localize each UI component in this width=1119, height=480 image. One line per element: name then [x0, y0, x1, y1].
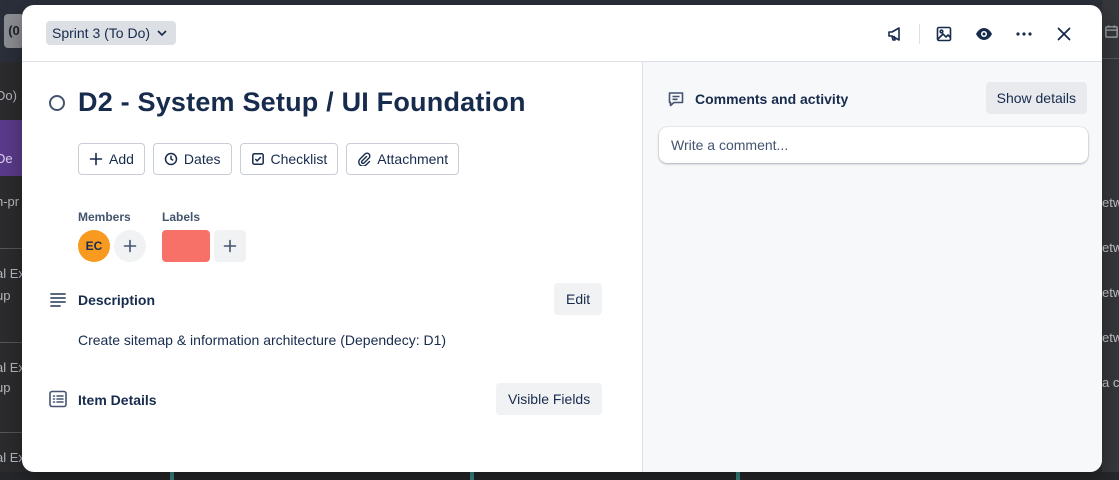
close-icon: [1057, 27, 1071, 41]
right-fragment: etw: [1102, 240, 1119, 255]
dates-button-label: Dates: [183, 151, 221, 167]
right-fragment: etw: [1102, 330, 1119, 345]
modal-header: Sprint 3 (To Do): [22, 5, 1102, 62]
left-divider: [0, 248, 22, 249]
labels-label: Labels: [162, 210, 201, 224]
description-heading: Description: [78, 292, 156, 308]
board-filter-chip[interactable]: (0: [4, 14, 24, 48]
card-actions: Add Dates Checklist Attachment: [78, 143, 460, 175]
list-details-icon: [49, 390, 67, 408]
plus-icon: [89, 152, 103, 166]
attachment-button[interactable]: Attachment: [346, 143, 460, 175]
left-fragment: Do): [0, 88, 17, 103]
card-title[interactable]: D2 - System Setup / UI Foundation: [78, 87, 526, 118]
left-fragment: n-pr: [0, 194, 20, 209]
avatar[interactable]: EC: [78, 230, 110, 262]
comment-icon: [668, 92, 684, 107]
left-divider: [0, 342, 22, 343]
card-main-pane: D2 - System Setup / UI Foundation Add Da…: [22, 62, 642, 472]
complete-toggle[interactable]: [49, 95, 65, 111]
chevron-down-icon: [157, 30, 167, 37]
paperclip-icon: [358, 152, 371, 166]
footer-accent: [170, 472, 174, 480]
checklist-button-label: Checklist: [270, 151, 328, 167]
description-icon: [50, 293, 66, 307]
plus-icon: [123, 239, 137, 253]
show-details-button[interactable]: Show details: [985, 82, 1087, 114]
image-icon: [936, 26, 952, 42]
dates-button[interactable]: Dates: [152, 143, 232, 175]
watch-button[interactable]: [964, 18, 1004, 50]
clock-icon: [164, 152, 178, 166]
left-fragment: De: [0, 151, 13, 166]
left-fragment: al Ex: [0, 360, 22, 375]
board-left-column: Do) De n-pr al Ex up al Ex up al Ex n: [0, 80, 22, 480]
left-divider: [0, 432, 22, 433]
checklist-button[interactable]: Checklist: [239, 143, 339, 175]
more-actions-button[interactable]: [1004, 18, 1044, 50]
header-actions: [875, 18, 1084, 50]
megaphone-button[interactable]: [875, 18, 915, 50]
cover-image-button[interactable]: [924, 18, 964, 50]
right-fragment: etw: [1102, 285, 1119, 300]
add-button-label: Add: [109, 151, 134, 167]
left-fragment: up: [0, 288, 11, 303]
label-chip-red[interactable]: [162, 230, 210, 262]
members-label: Members: [78, 210, 131, 224]
eye-icon: [976, 28, 992, 40]
right-divider: [1102, 58, 1119, 59]
close-button[interactable]: [1044, 18, 1084, 50]
left-fragment: up: [0, 380, 11, 395]
comment-input[interactable]: [659, 127, 1088, 163]
list-name: Sprint 3 (To Do): [52, 25, 151, 41]
left-fragment: al Ex: [0, 266, 22, 281]
add-member-button[interactable]: [114, 230, 146, 262]
more-icon: [1016, 32, 1032, 36]
left-fragment: al Ex: [0, 450, 22, 465]
plus-icon: [223, 239, 237, 253]
left-cover: [0, 120, 22, 176]
visible-fields-button[interactable]: Visible Fields: [496, 383, 603, 415]
right-fragment: a c: [1102, 375, 1119, 390]
card-detail-modal: Sprint 3 (To Do) D2 - System Setup / UI …: [22, 5, 1102, 472]
activity-pane: Comments and activity Show details: [642, 62, 1102, 472]
footer-accent: [470, 472, 474, 480]
attachment-button-label: Attachment: [377, 151, 449, 167]
add-label-button[interactable]: [214, 230, 246, 262]
add-button[interactable]: Add: [78, 143, 145, 175]
list-selector-button[interactable]: Sprint 3 (To Do): [46, 21, 177, 45]
description-text[interactable]: Create sitemap & information architectur…: [78, 332, 446, 348]
calendar-icon[interactable]: [1104, 24, 1119, 39]
item-details-heading: Item Details: [78, 392, 157, 408]
board-footer: [0, 472, 1119, 480]
megaphone-icon: [888, 27, 900, 41]
board-right-column: etw etw etw etw a c: [1102, 0, 1119, 480]
activity-heading: Comments and activity: [695, 91, 849, 107]
edit-description-button[interactable]: Edit: [554, 283, 603, 315]
footer-accent: [736, 472, 740, 480]
header-divider: [919, 24, 920, 44]
checklist-icon: [251, 153, 264, 165]
right-fragment: etw: [1102, 195, 1119, 210]
